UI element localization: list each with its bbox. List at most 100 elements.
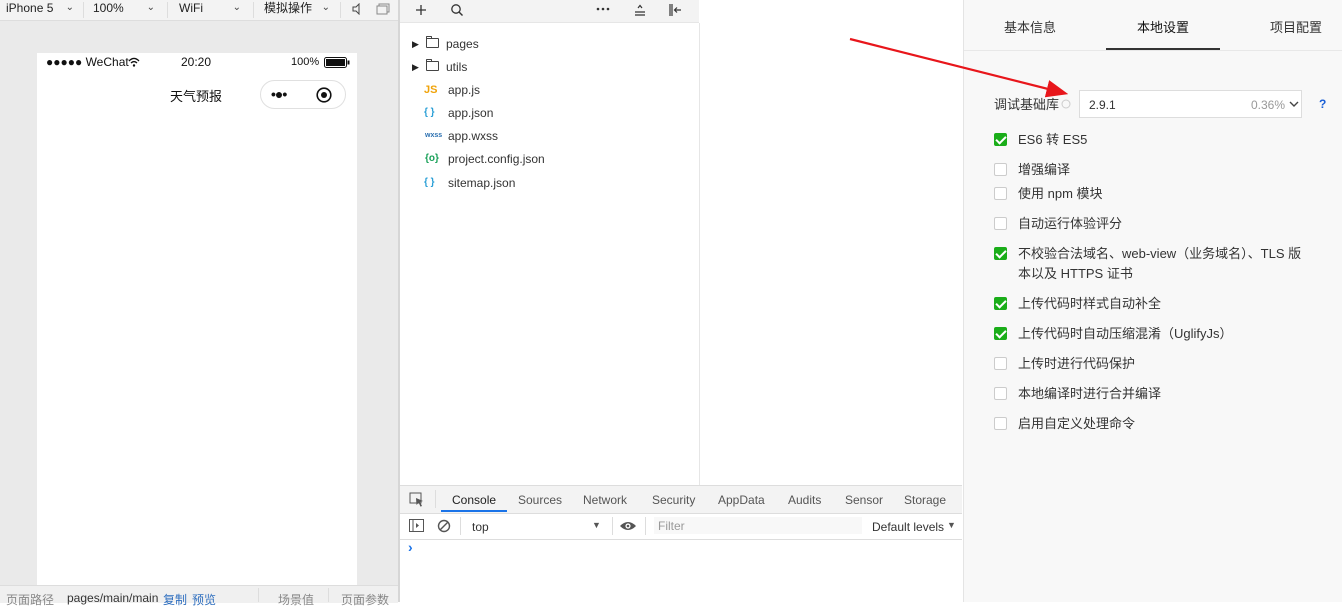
preview-link[interactable]: 预览 xyxy=(192,591,216,608)
config-file-icon: {o} xyxy=(425,153,439,164)
chevron-down-icon: ⌄ xyxy=(146,2,155,13)
tab-network[interactable]: Network xyxy=(583,493,627,507)
operation-select-label: 模拟操作 xyxy=(264,1,313,15)
checkbox-unchecked[interactable] xyxy=(994,163,1007,176)
tab-sources[interactable]: Sources xyxy=(518,493,562,507)
checkbox-unchecked[interactable] xyxy=(994,357,1007,370)
inspect-element-icon[interactable] xyxy=(409,492,425,508)
option-label: ES6 转 ES5 xyxy=(1018,132,1088,147)
file-item-app-json[interactable]: { } app.json xyxy=(400,102,690,124)
battery-percent: 100% xyxy=(291,56,320,68)
simulator-panel: iPhone 5 ⌄ 100% ⌄ WiFi ⌄ 模拟操作 ⌄ ●●●●● We… xyxy=(0,0,398,607)
log-levels-label: Default levels xyxy=(872,520,945,534)
checkbox-checked[interactable] xyxy=(994,327,1007,340)
file-item-app-js[interactable]: JS app.js xyxy=(400,79,690,101)
chevron-down-icon xyxy=(1289,101,1299,107)
tab-sensor[interactable]: Sensor xyxy=(845,493,883,507)
lib-version-select[interactable]: 2.9.1 0.36% xyxy=(1079,90,1302,118)
page-title: 天气预报 xyxy=(170,89,223,104)
network-select[interactable]: WiFi ⌄ xyxy=(179,0,245,20)
checkbox-unchecked[interactable] xyxy=(994,387,1007,400)
path-label: 页面路径 xyxy=(6,593,55,607)
folder-name: pages xyxy=(446,37,479,51)
tab-project-config[interactable]: 项目配置 xyxy=(1270,17,1322,36)
active-tab-underline xyxy=(1106,48,1220,50)
operation-select[interactable]: 模拟操作 ⌄ xyxy=(264,0,334,20)
file-name: app.js xyxy=(448,83,481,97)
option-label-continued: 本以及 HTTPS 证书 xyxy=(1018,266,1133,281)
console-prompt-icon[interactable]: › xyxy=(408,539,413,555)
console-filter-input[interactable] xyxy=(654,517,862,534)
clear-console-icon[interactable] xyxy=(437,519,451,533)
battery-icon xyxy=(324,57,350,68)
checkbox-checked[interactable] xyxy=(994,247,1007,260)
capsule-more-button[interactable]: •●• xyxy=(271,86,287,102)
devtools-console: Console Sources Network Security AppData… xyxy=(400,485,962,603)
eye-icon[interactable] xyxy=(619,520,637,532)
console-filter-bar: top ▼ Default levels ▼ xyxy=(400,514,962,540)
toolbar-divider xyxy=(167,2,168,18)
phone-screen xyxy=(37,53,357,585)
tab-appdata[interactable]: AppData xyxy=(718,493,765,507)
folder-item-pages[interactable]: ▶ pages xyxy=(400,33,690,55)
sidebar-toggle-icon[interactable] xyxy=(409,519,424,533)
file-item-project-config[interactable]: {o} project.config.json xyxy=(400,148,690,170)
checkbox-checked[interactable] xyxy=(994,297,1007,310)
copy-path-link[interactable]: 复制 xyxy=(163,591,187,608)
checkbox-unchecked[interactable] xyxy=(994,217,1007,230)
tab-audits[interactable]: Audits xyxy=(788,493,821,507)
json-file-icon: { } xyxy=(424,177,435,188)
folder-icon xyxy=(426,59,439,71)
window-icon[interactable] xyxy=(376,3,390,15)
file-name: app.wxss xyxy=(448,129,499,143)
caret-right-icon[interactable]: ▶ xyxy=(412,33,419,55)
file-item-app-wxss[interactable]: wxss app.wxss xyxy=(400,125,690,147)
context-select[interactable]: top ▼ xyxy=(466,517,606,535)
lib-version-value: 2.9.1 xyxy=(1089,98,1116,112)
device-select-label: iPhone 5 xyxy=(6,1,54,15)
option-label: 上传代码时样式自动补全 xyxy=(1018,296,1162,311)
tab-security[interactable]: Security xyxy=(652,493,695,507)
capsule-close-button[interactable] xyxy=(316,87,332,103)
toolbar-divider xyxy=(253,2,254,18)
file-item-sitemap[interactable]: { } sitemap.json xyxy=(400,172,690,194)
bottom-divider xyxy=(328,588,329,602)
tab-local-settings[interactable]: 本地设置 xyxy=(1137,17,1189,36)
folder-name: utils xyxy=(446,60,468,74)
chevron-down-icon: ⌄ xyxy=(321,2,330,13)
checkbox-unchecked[interactable] xyxy=(994,417,1007,430)
tab-console[interactable]: Console xyxy=(452,493,496,507)
caret-down-icon: ▼ xyxy=(947,520,956,530)
speaker-icon[interactable] xyxy=(351,3,363,15)
checkbox-unchecked[interactable] xyxy=(994,187,1007,200)
carrier-label: ●●●●● WeChat xyxy=(46,55,129,69)
bottom-divider xyxy=(258,588,259,602)
page-params-button[interactable]: 页面参数 xyxy=(341,591,389,608)
simulator-toolbar: iPhone 5 ⌄ 100% ⌄ WiFi ⌄ 模拟操作 ⌄ xyxy=(0,0,398,21)
log-levels-select[interactable]: Default levels ▼ xyxy=(866,517,962,535)
device-select[interactable]: iPhone 5 ⌄ xyxy=(6,0,78,20)
filter-divider xyxy=(460,517,461,535)
toggle-panel-icon[interactable] xyxy=(669,3,683,17)
folder-item-utils[interactable]: ▶ utils xyxy=(400,56,690,78)
js-file-icon: JS xyxy=(424,84,438,96)
option-label: 自动运行体验评分 xyxy=(1018,216,1123,231)
scene-button[interactable]: 场景值 xyxy=(278,591,314,608)
zoom-select-label: 100% xyxy=(93,1,124,15)
help-icon[interactable]: ? xyxy=(1319,97,1326,111)
option-label: 增强编译 xyxy=(1018,162,1071,177)
more-icon[interactable] xyxy=(596,5,610,15)
collapse-all-icon[interactable] xyxy=(633,3,647,17)
caret-right-icon[interactable]: ▶ xyxy=(412,56,419,78)
checkbox-checked[interactable] xyxy=(994,133,1007,146)
option-label: 启用自定义处理命令 xyxy=(1018,416,1136,431)
search-icon[interactable] xyxy=(450,3,464,17)
wifi-icon xyxy=(128,57,140,67)
wxss-file-icon: wxss xyxy=(425,132,443,139)
zoom-select[interactable]: 100% ⌄ xyxy=(93,0,159,20)
tab-storage[interactable]: Storage xyxy=(904,493,946,507)
context-select-label: top xyxy=(472,520,489,534)
path-value: pages/main/main xyxy=(67,591,159,605)
option-label: 使用 npm 模块 xyxy=(1018,186,1103,201)
add-file-icon[interactable] xyxy=(414,3,428,17)
